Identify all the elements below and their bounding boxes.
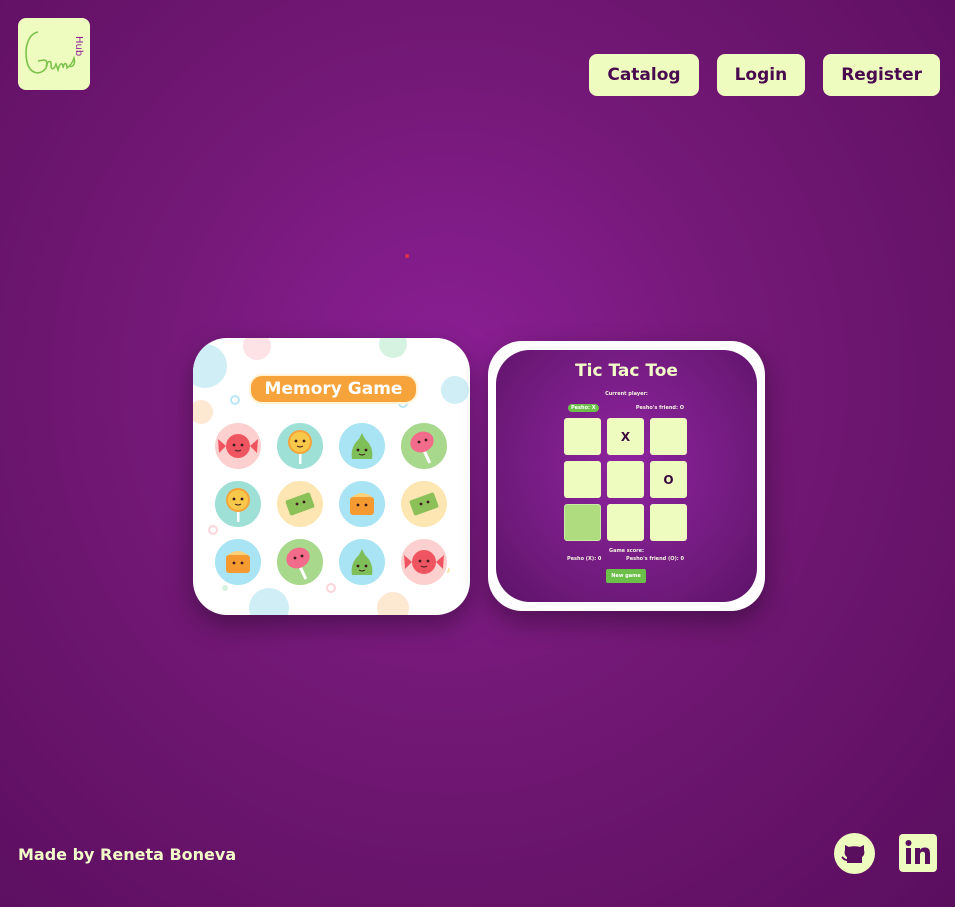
- popsicle-icon[interactable]: [399, 421, 449, 471]
- footer-credit: Made by Reneta Boneva: [18, 845, 237, 864]
- current-player-badge: Pesho: X: [568, 404, 599, 412]
- current-player-label: Current player:: [605, 391, 648, 397]
- memory-game-title: Memory Game: [249, 374, 418, 404]
- game-score-label: Game score:: [608, 548, 645, 554]
- board-cell[interactable]: [607, 461, 644, 498]
- pouch-candy-icon[interactable]: [337, 421, 387, 471]
- nav-login-button[interactable]: Login: [716, 54, 806, 96]
- nav-register-button[interactable]: Register: [823, 54, 940, 96]
- candy-icon[interactable]: [213, 421, 263, 471]
- pouch-candy-icon[interactable]: [337, 537, 387, 587]
- board-cell[interactable]: [564, 418, 601, 455]
- logo-hub-text: Hub: [73, 36, 84, 56]
- score-player-x: Pesho (X): 0: [567, 556, 602, 562]
- board-cell[interactable]: [650, 418, 687, 455]
- board-cell[interactable]: O: [650, 461, 687, 498]
- wrapped-candy-icon[interactable]: [275, 479, 325, 529]
- wrapped-candy-icon[interactable]: [399, 479, 449, 529]
- tic-tac-toe-board: X O: [564, 418, 687, 541]
- linkedin-icon[interactable]: [899, 834, 937, 872]
- memory-game-card[interactable]: Memory Game: [193, 338, 470, 615]
- lollipop-icon[interactable]: [275, 421, 325, 471]
- cake-icon[interactable]: [337, 479, 387, 529]
- board-cell[interactable]: X: [607, 418, 644, 455]
- tic-tac-toe-title: Tic Tac Toe: [575, 361, 678, 381]
- score-player-o: Pesho's friend (O): 0: [626, 556, 684, 562]
- top-nav: Catalog Login Register: [589, 54, 940, 96]
- github-icon[interactable]: [834, 833, 875, 874]
- new-game-button[interactable]: New game: [606, 569, 646, 583]
- friend-player-label: Pesho's friend: O: [635, 405, 684, 411]
- board-cell[interactable]: [607, 504, 644, 541]
- lollipop-icon[interactable]: [213, 479, 263, 529]
- cake-icon[interactable]: [213, 537, 263, 587]
- board-cell[interactable]: [650, 504, 687, 541]
- logo-icon: Hub: [25, 31, 84, 74]
- decorative-dot: [405, 254, 409, 258]
- board-cell[interactable]: [564, 461, 601, 498]
- popsicle-icon[interactable]: [275, 537, 325, 587]
- board-cell[interactable]: [564, 504, 601, 541]
- nav-catalog-button[interactable]: Catalog: [589, 54, 699, 96]
- candy-icon[interactable]: [399, 537, 449, 587]
- tic-tac-toe-card[interactable]: Tic Tac Toe Current player: Pesho: X Pes…: [488, 341, 765, 611]
- memory-tile-grid: [213, 421, 449, 587]
- tic-tac-toe-panel: Tic Tac Toe Current player: Pesho: X Pes…: [496, 350, 757, 602]
- game-hub-logo[interactable]: Hub: [18, 18, 90, 90]
